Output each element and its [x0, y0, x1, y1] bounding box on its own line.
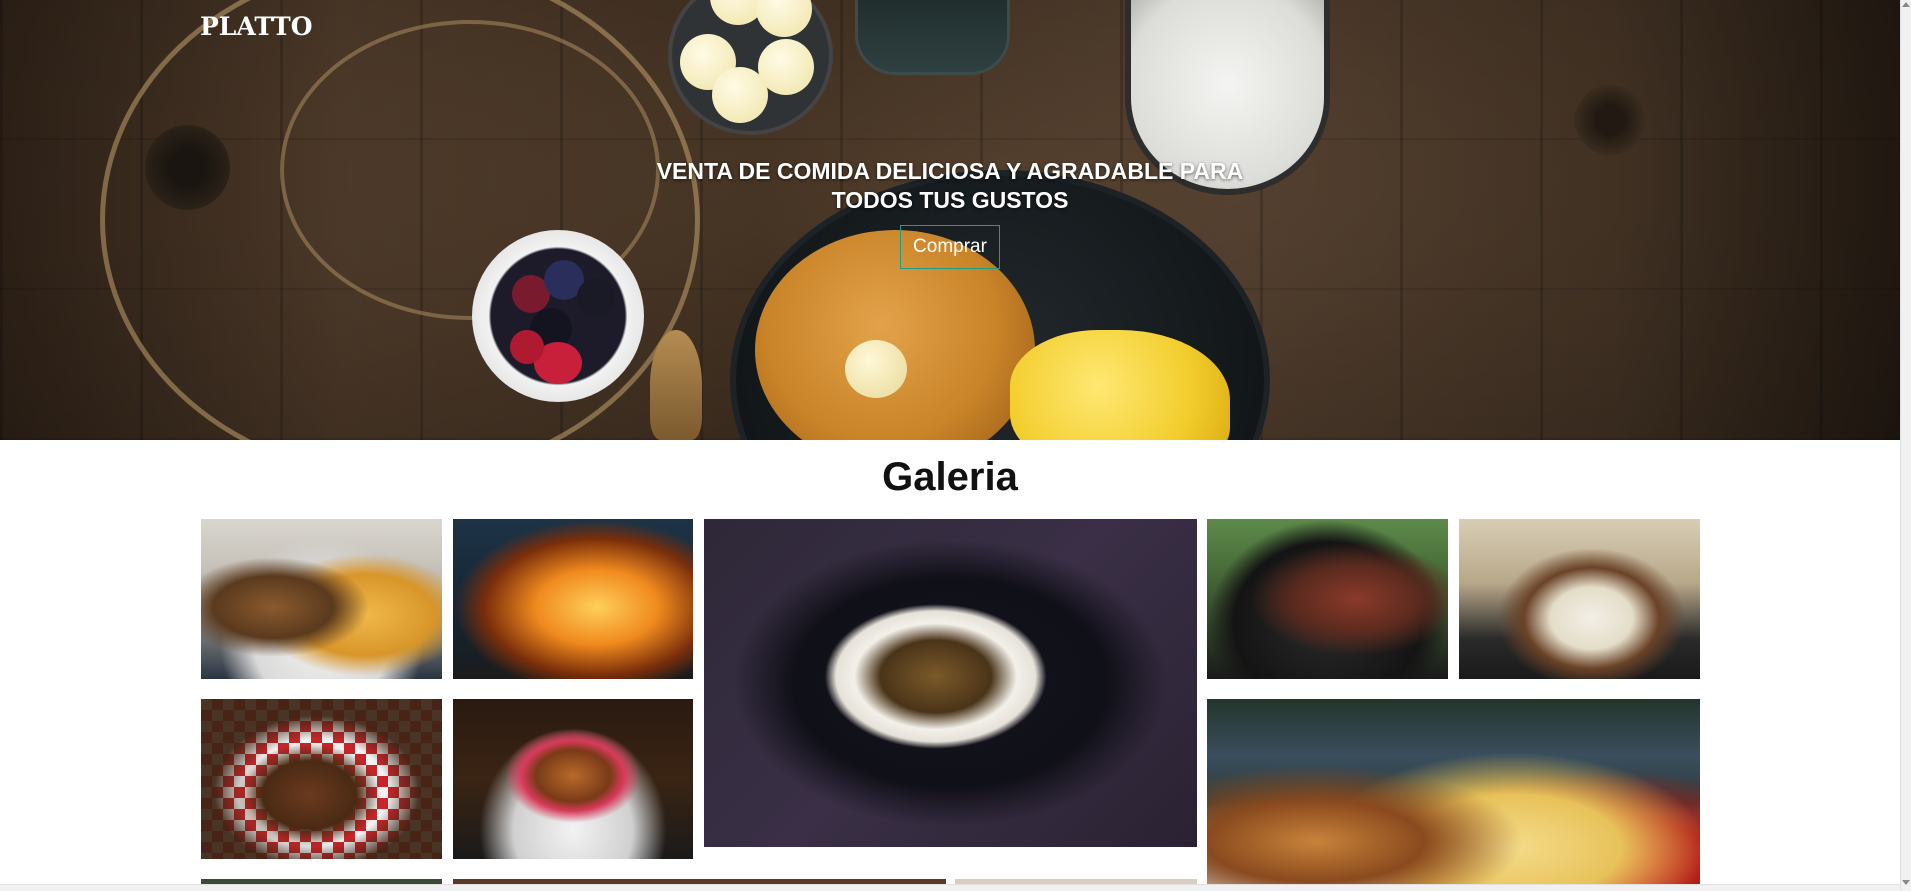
scroll-down-arrow-icon[interactable]: [1902, 880, 1910, 885]
hero-banner: [0, 0, 1900, 440]
butter-bowl: [668, 0, 833, 135]
scroll-up-arrow-icon[interactable]: [1902, 2, 1910, 7]
gallery-image-burger-checkered[interactable]: [201, 699, 442, 859]
gallery-image-bbq-sausages[interactable]: [1207, 519, 1448, 679]
wood-knot: [1575, 85, 1645, 155]
jar: [855, 0, 1010, 75]
site-logo[interactable]: PLATTO: [200, 12, 313, 41]
hero-headline-line1: VENTA DE COMIDA DELICIOSA Y AGRADABLE PA…: [656, 158, 1244, 184]
horizontal-scrollbar[interactable]: [0, 884, 1900, 891]
vertical-scrollbar[interactable]: [1900, 0, 1911, 891]
gallery-image-rice-plate[interactable]: [704, 519, 1197, 847]
gallery-image-grill-fire[interactable]: [453, 519, 693, 679]
gallery-image-cheese-burgers[interactable]: [1459, 519, 1700, 679]
gallery-image-burger-fries[interactable]: [201, 519, 442, 679]
buy-button[interactable]: Comprar: [900, 225, 1000, 269]
gallery-image-gourmet-burger[interactable]: [453, 699, 693, 859]
wooden-spoon: [650, 330, 702, 440]
wood-knot: [145, 125, 230, 210]
hero-headline-line2: TODOS TUS GUSTOS: [831, 187, 1069, 213]
gallery-title: Galeria: [882, 455, 1018, 499]
gallery-image-burgers-fries-tray[interactable]: [1207, 699, 1700, 889]
berry-bowl: [472, 230, 644, 402]
hero-headline: VENTA DE COMIDA DELICIOSA Y AGRADABLE PA…: [600, 157, 1300, 215]
butter: [845, 340, 907, 398]
